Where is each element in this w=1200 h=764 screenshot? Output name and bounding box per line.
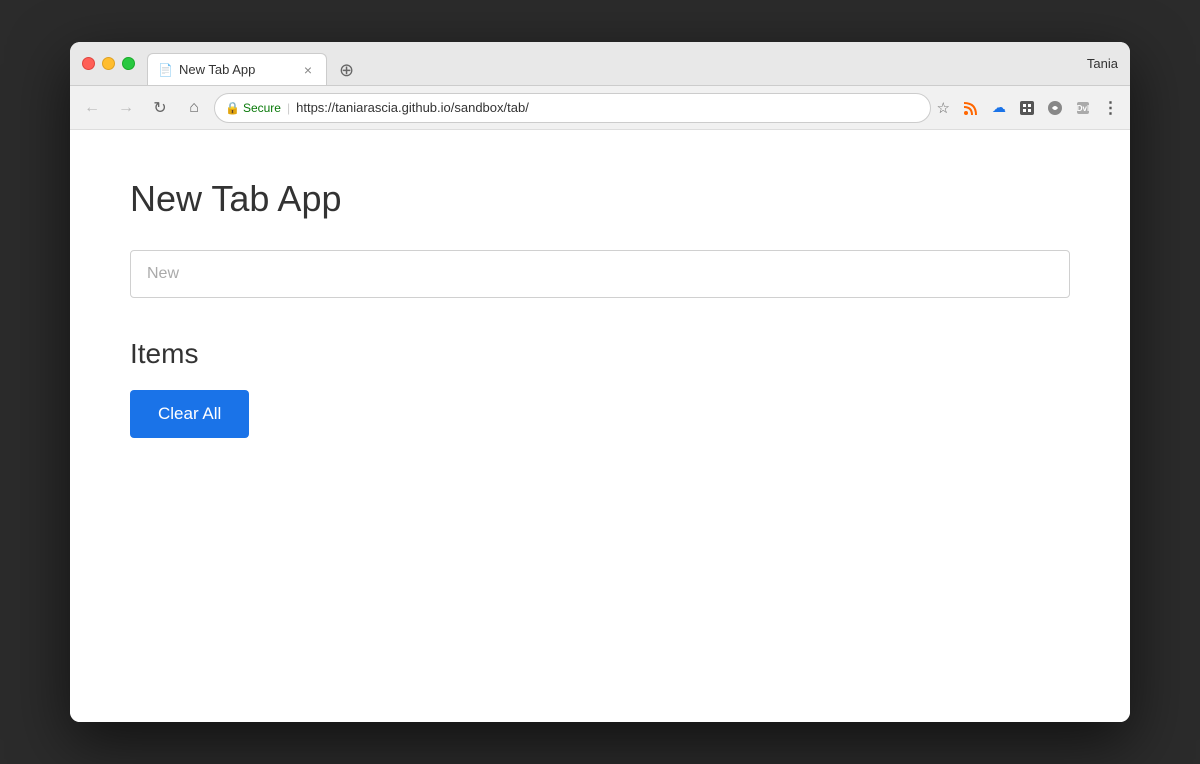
url-divider: | xyxy=(287,101,290,115)
traffic-lights xyxy=(82,57,135,70)
browser-window: 📄 New Tab App × ⊕ Tania ← → ↻ ⌂ 🔒 Secure… xyxy=(70,42,1130,722)
clear-all-button[interactable]: Clear All xyxy=(130,390,249,438)
minimize-button[interactable] xyxy=(102,57,115,70)
items-heading: Items xyxy=(130,338,1070,370)
forward-button[interactable]: → xyxy=(112,94,140,122)
tab-close-button[interactable]: × xyxy=(300,62,316,78)
address-bar: ← → ↻ ⌂ 🔒 Secure | https://taniarascia.g… xyxy=(70,86,1130,130)
tab-icon: 📄 xyxy=(158,63,173,77)
active-tab[interactable]: 📄 New Tab App × xyxy=(147,53,327,85)
toolbar-icons: ☁ Dvl xyxy=(960,97,1122,119)
lock-icon: 🔒 xyxy=(225,101,240,115)
extension3-icon[interactable]: Dvl xyxy=(1072,97,1094,119)
rss-icon[interactable] xyxy=(960,97,982,119)
new-item-input[interactable] xyxy=(130,250,1070,298)
tab-label: New Tab App xyxy=(179,62,255,77)
svg-text:Dvl: Dvl xyxy=(1077,104,1089,113)
cloud-icon[interactable]: ☁ xyxy=(988,97,1010,119)
secure-label: Secure xyxy=(243,101,281,115)
bookmark-star-icon[interactable]: ☆ xyxy=(937,99,950,117)
page-title: New Tab App xyxy=(130,178,1070,220)
close-button[interactable] xyxy=(82,57,95,70)
title-bar: 📄 New Tab App × ⊕ Tania xyxy=(70,42,1130,86)
new-tab-button[interactable]: ⊕ xyxy=(331,56,362,85)
extension2-icon[interactable] xyxy=(1044,97,1066,119)
maximize-button[interactable] xyxy=(122,57,135,70)
url-bar[interactable]: 🔒 Secure | https://taniarascia.github.io… xyxy=(214,93,931,123)
browser-menu-button[interactable]: ⋮ xyxy=(1100,97,1122,119)
home-button[interactable]: ⌂ xyxy=(180,94,208,122)
profile-area: Tania xyxy=(1087,56,1118,71)
url-text: https://taniarascia.github.io/sandbox/ta… xyxy=(296,100,919,115)
back-button[interactable]: ← xyxy=(78,94,106,122)
page-content: New Tab App Items Clear All xyxy=(70,130,1130,722)
refresh-button[interactable]: ↻ xyxy=(146,94,174,122)
tab-bar: 📄 New Tab App × ⊕ xyxy=(147,42,1087,85)
secure-badge: 🔒 Secure xyxy=(225,101,281,115)
profile-name: Tania xyxy=(1087,56,1118,71)
extension1-icon[interactable] xyxy=(1016,97,1038,119)
